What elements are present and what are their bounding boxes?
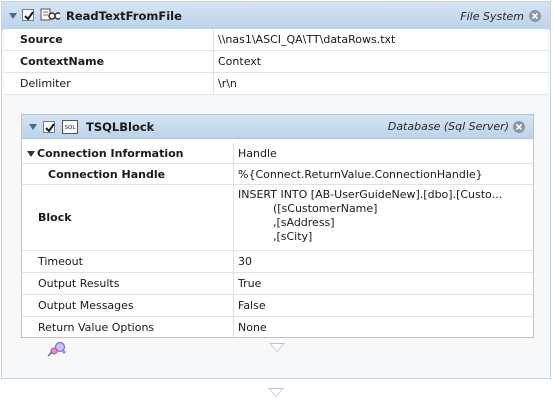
property-row-output-results: Output Results True <box>22 273 533 295</box>
add-next-arrow-icon[interactable] <box>268 388 284 397</box>
property-label-output-results: Output Results <box>22 273 234 294</box>
output-results-select[interactable]: True <box>234 273 533 294</box>
handle-mapping-icon[interactable] <box>46 340 68 358</box>
property-row-block: Block INSERT INTO [AB-UserGuideNew].[dbo… <box>22 185 533 251</box>
expand-arrow-icon[interactable] <box>27 151 35 157</box>
tsqlblock-activity: SQL TSQLBlock Database (Sql Server) Conn… <box>21 114 534 338</box>
property-label-connection-information[interactable]: Connection Information <box>22 143 234 163</box>
property-row-contextname: ContextName Context <box>4 51 548 73</box>
read-file-icon <box>40 8 60 21</box>
property-row-delimiter: Delimiter \r\n <box>4 73 548 95</box>
contextname-input[interactable]: Context <box>214 51 548 72</box>
connection-information-input[interactable]: Handle <box>234 143 533 163</box>
enable-checkbox[interactable] <box>22 9 34 21</box>
outer-property-grid: Source \\nas1\ASCI_QA\TT\dataRows.txt Co… <box>4 29 548 95</box>
property-label-timeout: Timeout <box>22 251 234 272</box>
property-label-source: Source <box>4 29 214 50</box>
property-row-timeout: Timeout 30 <box>22 251 533 273</box>
source-input[interactable]: \\nas1\ASCI_QA\TT\dataRows.txt <box>214 29 548 50</box>
output-messages-select[interactable]: False <box>234 295 533 316</box>
activity-title: ReadTextFromFile <box>66 9 182 23</box>
activity-header: SQL TSQLBlock Database (Sql Server) <box>22 115 533 139</box>
delimiter-input[interactable]: \r\n <box>214 73 548 94</box>
property-label-delimiter: Delimiter <box>4 73 214 94</box>
property-label-output-messages: Output Messages <box>22 295 234 316</box>
property-label-contextname: ContextName <box>4 51 214 72</box>
add-child-arrow-icon[interactable] <box>269 343 285 352</box>
property-row-output-messages: Output Messages False <box>22 295 533 317</box>
property-label-connection-handle: Connection Handle <box>22 164 234 184</box>
property-row-connection-handle: Connection Handle %{Connect.ReturnValue.… <box>22 164 533 185</box>
property-label-block: Block <box>22 185 234 250</box>
collapse-arrow-icon[interactable] <box>9 13 17 19</box>
property-row-connection-information: Connection Information Handle <box>22 143 533 164</box>
collapse-arrow-icon[interactable] <box>29 124 37 130</box>
activity-header: ReadTextFromFile File System <box>2 2 550 30</box>
return-value-options-select[interactable]: None <box>234 317 533 337</box>
property-row-return-value-options: Return Value Options None <box>22 317 533 337</box>
inner-property-grid: Connection Information Handle Connection… <box>22 143 533 337</box>
close-icon[interactable] <box>529 10 541 22</box>
activity-category: File System <box>460 10 524 23</box>
svg-text:SQL: SQL <box>65 125 77 131</box>
readtextfromfile-activity: ReadTextFromFile File System Source \\na… <box>1 1 551 379</box>
block-textarea[interactable]: INSERT INTO [AB-UserGuideNew].[dbo].[Cus… <box>234 185 533 250</box>
enable-checkbox[interactable] <box>43 121 55 133</box>
sql-icon: SQL <box>62 120 78 134</box>
property-label-return-value-options: Return Value Options <box>22 317 234 337</box>
property-row-source: Source \\nas1\ASCI_QA\TT\dataRows.txt <box>4 29 548 51</box>
close-icon[interactable] <box>513 121 525 133</box>
activity-title: TSQLBlock <box>86 120 155 134</box>
timeout-input[interactable]: 30 <box>234 251 533 272</box>
activity-category: Database (Sql Server) <box>387 120 509 133</box>
connection-handle-input[interactable]: %{Connect.ReturnValue.ConnectionHandle} <box>234 164 533 184</box>
